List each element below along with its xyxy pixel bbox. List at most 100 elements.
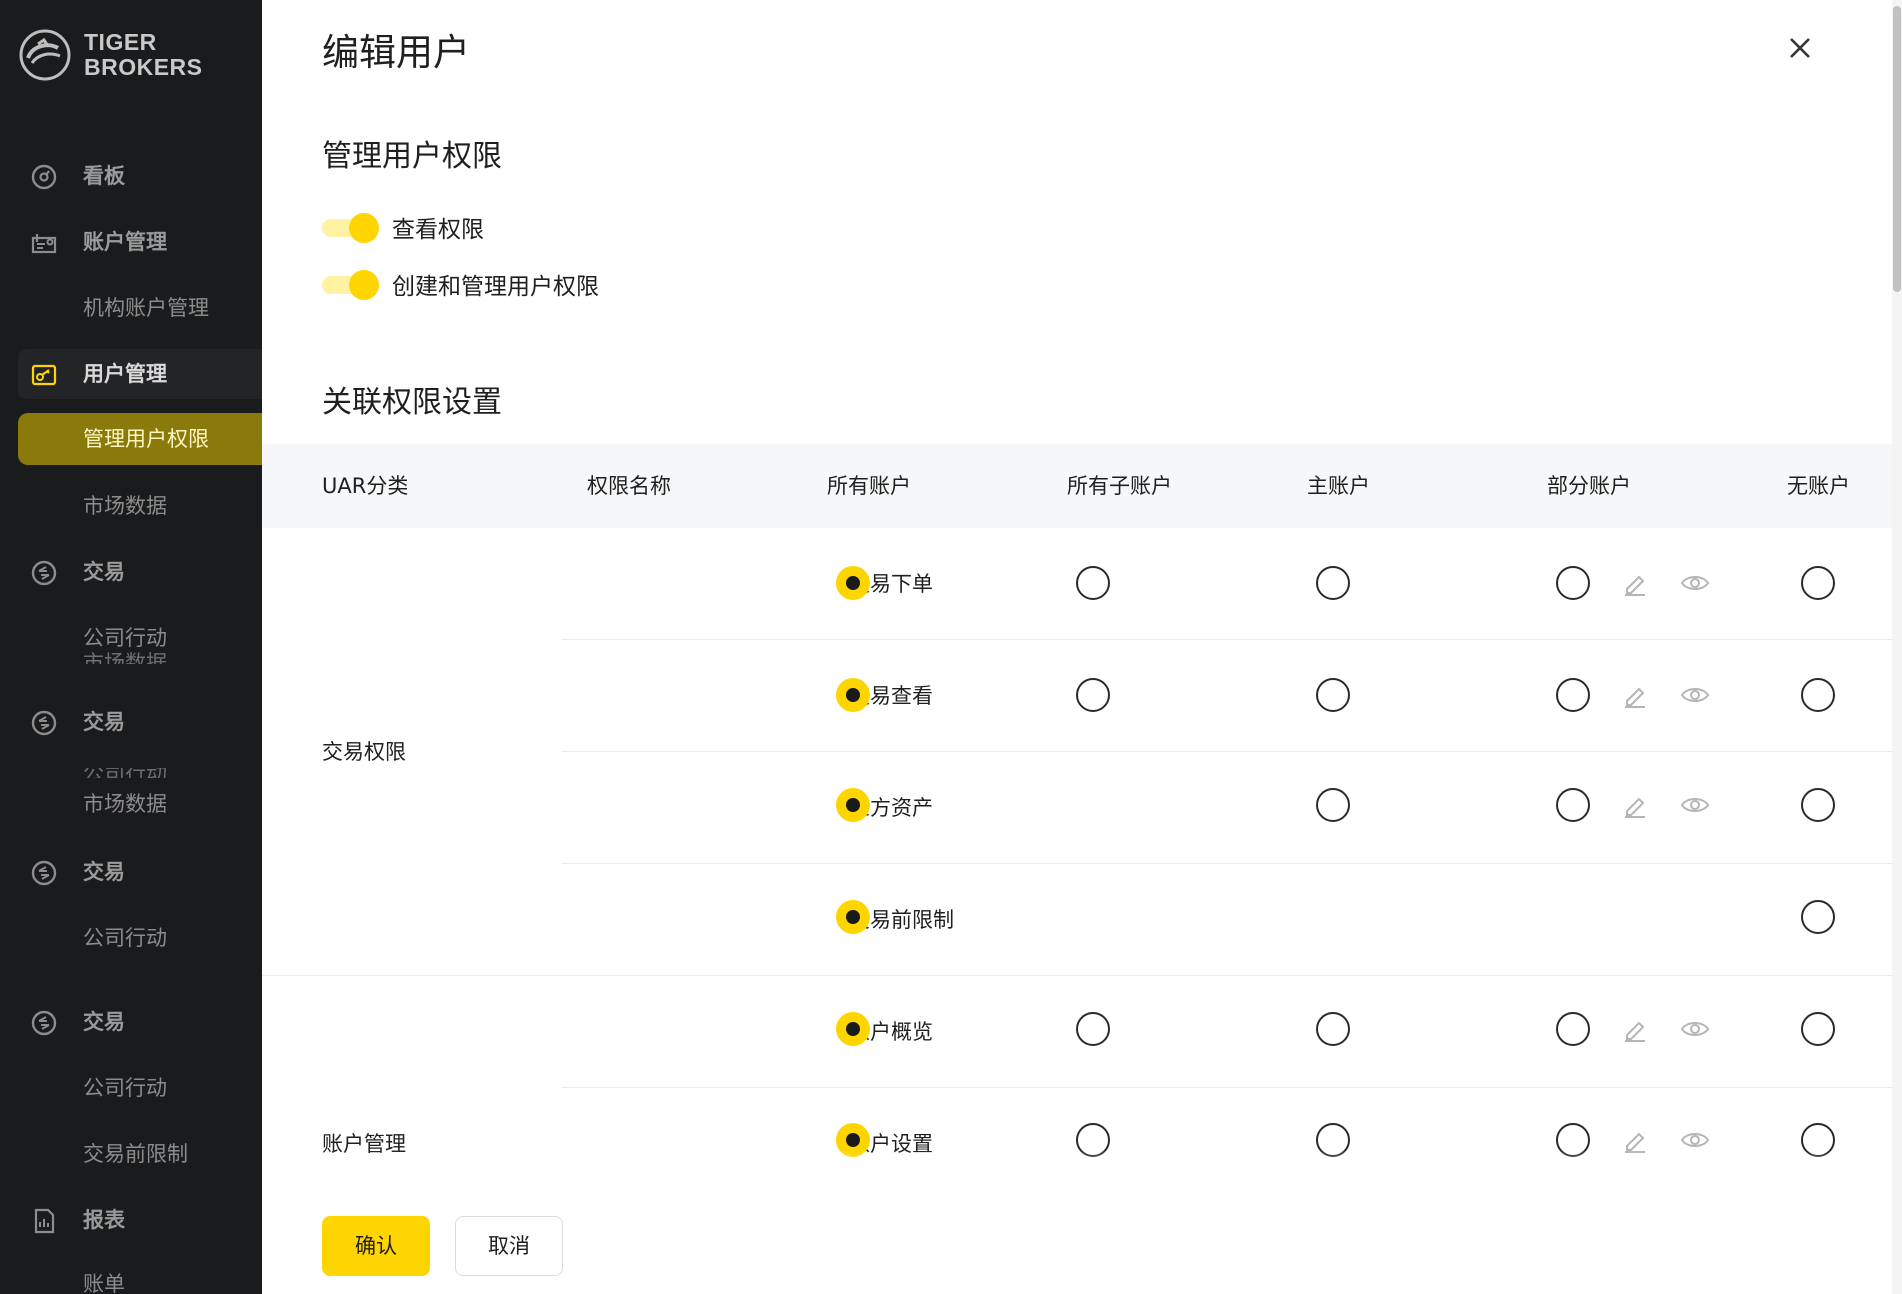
header-partial-accounts: 部分账户 [1547, 474, 1631, 498]
radio-main[interactable] [1316, 788, 1350, 822]
nav-trade[interactable]: 交易 [0, 547, 262, 597]
confirm-button[interactable]: 确认 [322, 1216, 430, 1276]
view-icon[interactable] [1679, 679, 1711, 711]
nav-account-management-label: 账户管理 [83, 230, 167, 254]
dialog-title: 编辑用户 [322, 31, 470, 74]
dialog-footer: 确认 取消 [262, 1190, 1902, 1294]
manage-permission-toggle[interactable] [322, 270, 379, 300]
nav-market-data-2[interactable]: 市场数据 [0, 779, 262, 829]
radio-none[interactable] [1801, 678, 1835, 712]
edit-icon[interactable] [1619, 567, 1651, 599]
ghost-text-corporate-actions: 公司行动 [83, 768, 167, 778]
edit-user-panel: 编辑用户 管理用户权限 查看权限 创建和管理用户权限 关联权限设置 UAR分类 … [262, 0, 1902, 1294]
radio-all-selected[interactable] [836, 788, 870, 822]
radio-main[interactable] [1316, 678, 1350, 712]
edit-icon[interactable] [1619, 789, 1651, 821]
nav-market-data-label: 市场数据 [83, 494, 167, 518]
nav-pre-trade-limits-label: 交易前限制 [83, 1142, 188, 1166]
section-title-linked-permissions: 关联权限设置 [322, 385, 502, 420]
nav-statements[interactable]: 账单 [0, 1259, 262, 1294]
toggle-row-view-permission: 查看权限 [322, 207, 484, 247]
view-icon[interactable] [1679, 1013, 1711, 1045]
radio-none[interactable] [1801, 1012, 1835, 1046]
nav-reports[interactable]: 报表 [0, 1195, 262, 1245]
header-permission-name: 权限名称 [587, 474, 671, 498]
radio-sub[interactable] [1076, 678, 1110, 712]
nav-trade-4-label: 交易 [83, 1010, 125, 1034]
view-permission-label: 查看权限 [392, 217, 484, 243]
nav-trade-3[interactable]: 交易 [0, 847, 262, 897]
brand-line2: BROKERS [84, 54, 203, 80]
edit-icon[interactable] [1619, 1013, 1651, 1045]
trade-icon [31, 560, 57, 586]
trade-icon [31, 860, 57, 886]
nav-statements-label: 账单 [83, 1272, 125, 1294]
trade-icon [31, 1010, 57, 1036]
toggle-row-manage-permission: 创建和管理用户权限 [322, 264, 599, 304]
trade-icon [31, 710, 57, 736]
nav-trade-3-label: 交易 [83, 860, 125, 884]
radio-none[interactable] [1801, 566, 1835, 600]
section-title-manage-permissions: 管理用户权限 [322, 139, 502, 174]
account-icon [31, 234, 57, 254]
scrollbar-thumb[interactable] [1893, 6, 1901, 292]
nav-manage-user-permissions[interactable]: 管理用户权限 [18, 413, 262, 465]
edit-icon[interactable] [1619, 679, 1651, 711]
nav-pre-trade-limits[interactable]: 交易前限制 [0, 1129, 262, 1179]
radio-main[interactable] [1316, 566, 1350, 600]
sidebar: TIGER BROKERS 看板 账户管理 机构账户管理 用户管理 管理用户权限… [0, 0, 262, 1294]
close-icon[interactable] [1782, 30, 1818, 66]
tiger-logo-icon [19, 29, 71, 81]
header-main-account: 主账户 [1307, 474, 1370, 498]
nav-trade-4[interactable]: 交易 [0, 997, 262, 1047]
radio-none[interactable] [1801, 900, 1835, 934]
radio-sub[interactable] [1076, 566, 1110, 600]
scrollbar[interactable] [1892, 0, 1902, 1294]
radio-all-selected[interactable] [836, 900, 870, 934]
radio-partial[interactable] [1556, 788, 1590, 822]
nav-corporate-actions-2-label: 公司行动 [83, 926, 167, 950]
view-permission-toggle[interactable] [322, 213, 379, 243]
nav-trade-label: 交易 [83, 560, 125, 584]
nav-account-management[interactable]: 账户管理 [0, 217, 262, 267]
manage-permission-label: 创建和管理用户权限 [392, 274, 599, 300]
radio-partial[interactable] [1556, 566, 1590, 600]
nav-corporate-actions-3-label: 公司行动 [83, 1076, 167, 1100]
nav-corporate-actions-2[interactable]: 公司行动 [0, 913, 262, 963]
nav-institution-accounts-label: 机构账户管理 [83, 296, 209, 320]
radio-sub[interactable] [1076, 1012, 1110, 1046]
radio-all-selected[interactable] [836, 566, 870, 600]
nav-institution-accounts[interactable]: 机构账户管理 [0, 283, 262, 333]
header-all-accounts: 所有账户 [827, 474, 911, 498]
permissions-table-header: UAR分类 权限名称 所有账户 所有子账户 主账户 部分账户 无账户 [262, 444, 1892, 528]
nav-market-data[interactable]: 市场数据 [0, 481, 262, 531]
radio-partial[interactable] [1556, 678, 1590, 712]
header-no-account: 无账户 [1787, 474, 1850, 498]
nav-corporate-actions-3[interactable]: 公司行动 [0, 1063, 262, 1113]
nav-user-management-label: 用户管理 [83, 362, 167, 386]
nav-manage-user-permissions-label: 管理用户权限 [83, 427, 209, 451]
radio-none[interactable] [1801, 788, 1835, 822]
nav-trade-2[interactable]: 交易 [0, 697, 262, 747]
ghost-text-market-data: 市场数据 [83, 651, 167, 664]
nav-dashboard-label: 看板 [83, 164, 125, 188]
nav-user-management[interactable]: 用户管理 [18, 349, 262, 399]
header-uar-category: UAR分类 [322, 474, 409, 498]
user-manage-icon [31, 364, 57, 386]
radio-all-selected[interactable] [836, 678, 870, 712]
report-icon [34, 1208, 55, 1234]
table-row: 交易前限制 [562, 864, 1892, 976]
cancel-button[interactable]: 取消 [455, 1216, 563, 1276]
radio-all-selected[interactable] [836, 1012, 870, 1046]
radio-partial[interactable] [1556, 1012, 1590, 1046]
header-all-sub-accounts: 所有子账户 [1067, 474, 1172, 498]
scroll-fade [262, 1150, 1892, 1194]
nav-dashboard[interactable]: 看板 [0, 151, 262, 201]
dashboard-icon [31, 164, 57, 190]
view-icon[interactable] [1679, 567, 1711, 599]
nav-trade-2-label: 交易 [83, 710, 125, 734]
radio-main[interactable] [1316, 1012, 1350, 1046]
tiger-brokers-logo[interactable]: TIGER BROKERS [18, 28, 203, 82]
brand-line1: TIGER [84, 29, 157, 55]
view-icon[interactable] [1679, 789, 1711, 821]
